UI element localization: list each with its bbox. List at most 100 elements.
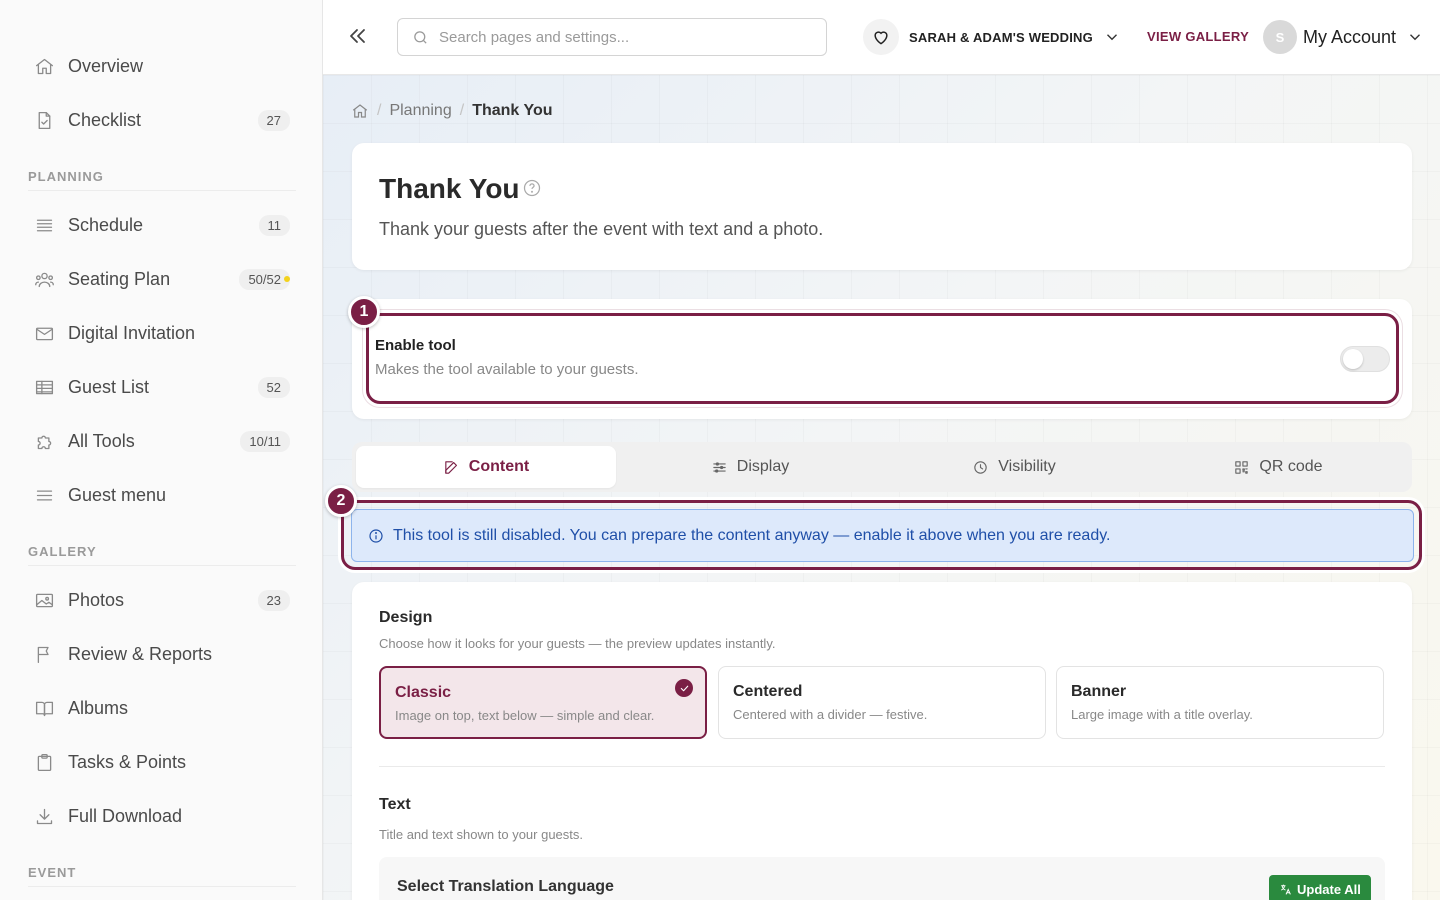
translation-language-bar: Select Translation Language Update All <box>379 857 1385 900</box>
design-option-classic[interactable]: Classic Image on top, text below — simpl… <box>379 666 707 739</box>
sidebar-item-label: Full Download <box>68 805 183 826</box>
page-header-card: Thank You Thank your guests after the ev… <box>352 143 1412 270</box>
download-icon <box>32 804 56 828</box>
option-description: Image on top, text below — simple and cl… <box>395 708 655 723</box>
main-content: / Planning / Thank You Thank You Thank y… <box>323 75 1440 900</box>
account-label: My Account <box>1303 26 1397 47</box>
sidebar-item-label: Albums <box>68 697 129 718</box>
sidebar-item-seating-plan[interactable]: Seating Plan 50/52 <box>28 259 292 299</box>
sidebar-item-digital-invitation[interactable]: Digital Invitation <box>28 313 292 353</box>
menu-icon <box>32 483 56 507</box>
translation-language-label: Select Translation Language <box>397 878 614 895</box>
sidebar-item-label: Digital Invitation <box>68 322 196 343</box>
update-all-label: Update All <box>1297 881 1361 897</box>
design-title: Design <box>379 609 433 626</box>
count-badge: 52 <box>257 376 290 398</box>
toggle-knob <box>1343 349 1363 369</box>
disabled-alert: This tool is still disabled. You can pre… <box>351 509 1414 562</box>
design-option-banner[interactable]: Banner Large image with a title overlay. <box>1056 666 1384 739</box>
translate-icon <box>1280 884 1291 895</box>
sidebar-item-guest-list[interactable]: Guest List 52 <box>28 367 292 407</box>
clipboard-icon <box>32 750 56 774</box>
sidebar-item-review-reports[interactable]: Review & Reports <box>28 634 292 674</box>
option-title: Centered <box>733 683 803 700</box>
qr-icon <box>1235 460 1249 474</box>
section-divider <box>28 565 296 566</box>
sidebar-item-guest-menu[interactable]: Guest menu <box>28 475 292 515</box>
section-label-gallery: GALLERY <box>28 544 97 559</box>
sidebar-item-photos[interactable]: Photos 23 <box>28 580 292 620</box>
tab-label: QR code <box>1259 458 1323 475</box>
sidebar-item-overview[interactable]: Overview <box>28 46 292 86</box>
view-gallery-link[interactable]: VIEW GALLERY <box>1147 29 1249 44</box>
tab-visibility[interactable]: Visibility <box>884 446 1144 488</box>
sidebar-item-full-download[interactable]: Full Download <box>28 796 292 836</box>
flag-icon <box>32 642 56 666</box>
puzzle-icon <box>32 429 56 453</box>
seating-icon <box>32 267 56 291</box>
mail-icon <box>32 321 56 345</box>
help-icon[interactable] <box>522 178 542 198</box>
text-section-title: Text <box>379 796 411 813</box>
breadcrumb-separator: / <box>459 102 465 119</box>
tab-label: Display <box>736 458 790 475</box>
edit-icon <box>445 460 457 474</box>
chevron-down-icon <box>1106 34 1117 41</box>
breadcrumb-planning[interactable]: Planning <box>389 102 451 120</box>
event-name: SARAH & ADAM'S WEDDING <box>909 29 1093 45</box>
sidebar-item-albums[interactable]: Albums <box>28 688 292 728</box>
heart-icon <box>863 19 899 55</box>
collapse-sidebar-button[interactable] <box>345 24 369 48</box>
sidebar-item-tasks-points[interactable]: Tasks & Points <box>28 742 292 782</box>
check-icon <box>675 679 693 697</box>
count-badge: 11 <box>258 214 290 236</box>
account-menu[interactable]: S My Account <box>1263 19 1424 55</box>
book-icon <box>32 696 56 720</box>
sidebar-item-label: Review & Reports <box>68 643 213 664</box>
search-input[interactable] <box>439 28 799 46</box>
sidebar-item-label: Overview <box>68 55 144 76</box>
sliders-icon <box>713 461 726 473</box>
design-option-centered[interactable]: Centered Centered with a divider — festi… <box>718 666 1046 739</box>
step-marker-1: 1 <box>348 296 380 328</box>
option-description: Centered with a divider — festive. <box>733 707 928 722</box>
search-box[interactable] <box>397 18 827 56</box>
image-icon <box>32 588 56 612</box>
section-label-planning: PLANNING <box>28 169 104 184</box>
sidebar-item-label: Tasks & Points <box>68 751 187 772</box>
enable-tool-toggle[interactable] <box>1340 346 1390 372</box>
tab-content[interactable]: Content <box>356 446 616 488</box>
update-all-button[interactable]: Update All <box>1269 875 1371 900</box>
breadcrumb: / Planning / Thank You <box>351 102 553 120</box>
section-label-event: EVENT <box>28 865 77 880</box>
sidebar-item-schedule[interactable]: Schedule 11 <box>28 205 292 245</box>
tab-bar: Content Display Visibility QR code <box>352 442 1412 492</box>
design-subtitle: Choose how it looks for your guests — th… <box>379 636 776 651</box>
sidebar-item-label: All Tools <box>68 430 135 451</box>
option-title: Classic <box>395 684 452 701</box>
clock-icon <box>974 460 987 474</box>
enable-tool-description: Makes the tool available to your guests. <box>375 361 639 378</box>
avatar: S <box>1263 20 1297 54</box>
tab-label: Visibility <box>998 458 1056 475</box>
section-divider <box>379 766 1385 767</box>
sidebar-item-label: Checklist <box>68 109 142 130</box>
sidebar-item-all-tools[interactable]: All Tools 10/11 <box>28 421 292 461</box>
info-icon <box>369 528 383 543</box>
tab-qr-code[interactable]: QR code <box>1148 446 1408 488</box>
home-icon <box>32 54 56 78</box>
section-divider <box>28 190 296 191</box>
event-selector[interactable]: SARAH & ADAM'S WEDDING <box>863 18 1121 56</box>
tab-display[interactable]: Display <box>620 446 880 488</box>
home-icon[interactable] <box>351 102 369 120</box>
status-dot <box>284 276 290 282</box>
page-subtitle: Thank your guests after the event with t… <box>379 219 824 239</box>
chevron-down-icon <box>1410 34 1421 41</box>
sidebar-item-label: Guest List <box>68 376 150 397</box>
text-section-subtitle: Title and text shown to your guests. <box>379 827 584 842</box>
sidebar-item-checklist[interactable]: Checklist 27 <box>28 100 292 140</box>
sidebar-item-label: Photos <box>68 589 125 610</box>
breadcrumb-current: Thank You <box>472 102 553 119</box>
sidebar: Overview Checklist 27 PLANNING Schedule … <box>0 0 323 900</box>
schedule-icon <box>32 213 56 237</box>
